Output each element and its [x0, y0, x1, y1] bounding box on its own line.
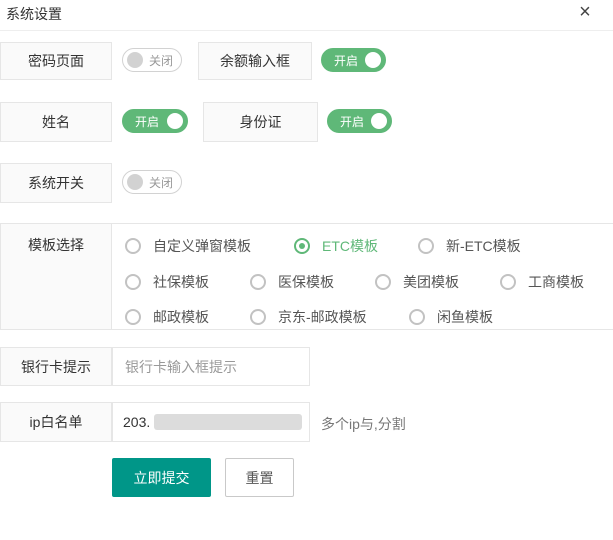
- radio-template-2[interactable]: 新-ETC模板: [418, 236, 521, 256]
- radio-template-7[interactable]: 邮政模板: [125, 307, 209, 327]
- name-toggle[interactable]: 开启: [122, 109, 188, 133]
- radio-circle-icon: [500, 274, 516, 290]
- password-page-label: 密码页面: [0, 42, 112, 80]
- id-card-label: 身份证: [203, 102, 318, 142]
- toggle-text: 开启: [135, 114, 160, 129]
- system-switch-toggle[interactable]: 关闭: [122, 170, 182, 194]
- template-label: 模板选择: [0, 223, 112, 330]
- radio-template-9[interactable]: 闲鱼模板: [409, 307, 493, 327]
- radio-circle-icon: [409, 309, 425, 325]
- id-card-toggle[interactable]: 开启: [327, 109, 392, 133]
- radio-circle-icon: [418, 238, 434, 254]
- toggle-knob: [365, 52, 381, 68]
- toggle-text: 关闭: [149, 175, 174, 190]
- name-label: 姓名: [0, 102, 112, 142]
- radio-circle-icon: [125, 238, 141, 254]
- submit-button[interactable]: 立即提交: [112, 458, 211, 497]
- toggle-text: 关闭: [149, 53, 174, 68]
- system-switch-label: 系统开关: [0, 163, 112, 203]
- toggle-text: 开启: [340, 114, 365, 129]
- radio-template-1[interactable]: ETC模板: [294, 236, 378, 256]
- radio-template-0[interactable]: 自定义弹窗模板: [125, 236, 251, 256]
- ip-whitelist-field[interactable]: 203.: [112, 402, 310, 442]
- radio-template-6[interactable]: 工商模板: [500, 272, 584, 292]
- bank-card-field[interactable]: [112, 347, 310, 386]
- radio-checked-icon: [294, 238, 310, 254]
- bank-card-label: 银行卡提示: [0, 347, 112, 386]
- radio-circle-icon: [125, 309, 141, 325]
- radio-template-3[interactable]: 社保模板: [125, 272, 209, 292]
- reset-button[interactable]: 重置: [225, 458, 294, 497]
- toggle-text: 开启: [334, 53, 359, 68]
- bank-card-input[interactable]: [123, 357, 307, 376]
- dialog-header: [0, 0, 613, 31]
- ip-whitelist-label: ip白名单: [0, 402, 112, 442]
- dialog-title: 系统设置: [6, 6, 62, 22]
- radio-circle-icon: [375, 274, 391, 290]
- password-page-toggle[interactable]: 关闭: [122, 48, 182, 72]
- ip-whitelist-hint: 多个ip与,分割: [321, 416, 406, 432]
- radio-template-5[interactable]: 美团模板: [375, 272, 459, 292]
- radio-circle-icon: [250, 274, 266, 290]
- radio-template-8[interactable]: 京东-邮政模板: [250, 307, 367, 327]
- balance-input-label: 余额输入框: [198, 42, 312, 80]
- radio-template-4[interactable]: 医保模板: [250, 272, 334, 292]
- toggle-knob: [127, 174, 143, 190]
- balance-input-toggle[interactable]: 开启: [321, 48, 386, 72]
- redacted-blur: [154, 414, 303, 430]
- toggle-knob: [371, 113, 387, 129]
- ip-whitelist-value: 203.: [123, 414, 151, 430]
- radio-circle-icon: [125, 274, 141, 290]
- close-icon[interactable]: ×: [575, 0, 595, 24]
- radio-circle-icon: [250, 309, 266, 325]
- toggle-knob: [167, 113, 183, 129]
- toggle-knob: [127, 52, 143, 68]
